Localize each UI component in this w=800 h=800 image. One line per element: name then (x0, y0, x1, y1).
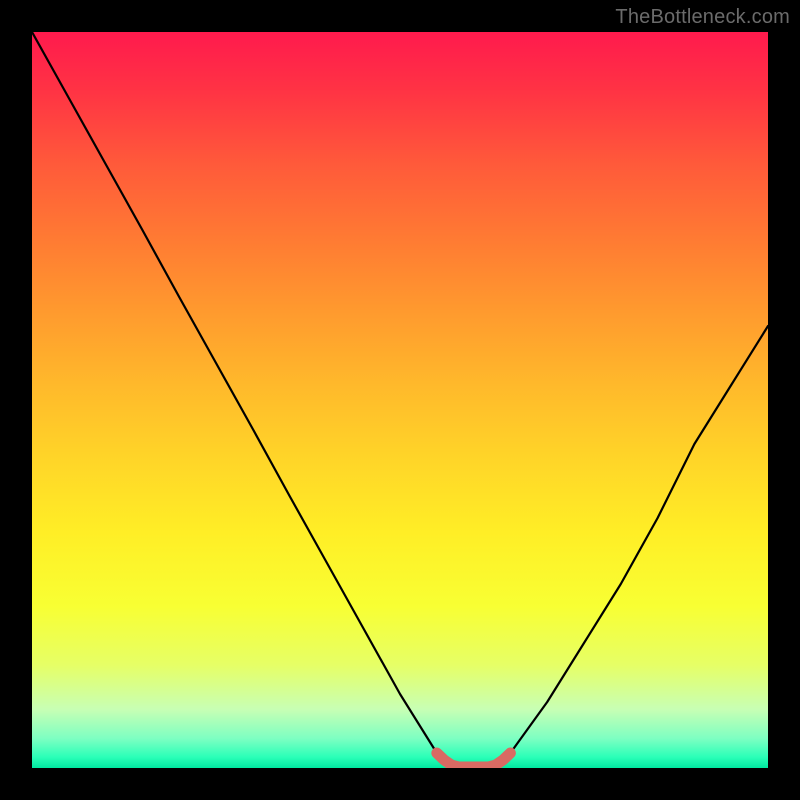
hotspot-segment (437, 753, 511, 767)
watermark-text: TheBottleneck.com (615, 6, 790, 29)
chart-svg (32, 32, 768, 768)
chart-frame: TheBottleneck.com (0, 0, 800, 800)
bottleneck-curve (32, 32, 768, 767)
plot-area (32, 32, 768, 768)
